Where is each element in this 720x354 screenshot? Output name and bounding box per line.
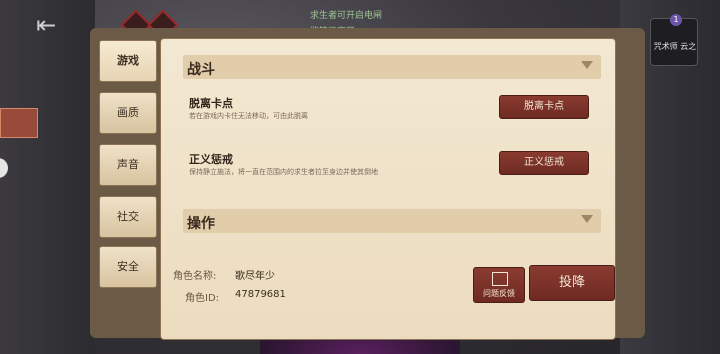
tab-security[interactable]: 安全 — [99, 246, 157, 288]
feedback-label: 问题反馈 — [483, 289, 515, 298]
tab-graphics[interactable]: 画质 — [99, 92, 157, 134]
settings-tabs: 游戏 画质 声音 社交 安全 — [99, 40, 157, 330]
section-combat[interactable]: 战斗 — [183, 55, 601, 79]
tab-game[interactable]: 游戏 — [99, 40, 157, 82]
section-title: 战斗 — [187, 62, 215, 78]
character-name-label: 角色名称: — [173, 271, 217, 282]
row-description: 保持静立施法，将一直在范围内的求生者拉至身边并使其倒地 — [189, 168, 378, 176]
edit-icon — [492, 272, 508, 286]
character-name-value: 歌尽年少 — [235, 271, 275, 282]
section-controls[interactable]: 操作 — [183, 209, 601, 233]
unstuck-button[interactable]: 脱离卡点 — [499, 95, 589, 119]
row-title: 正义惩戒 — [189, 153, 233, 166]
surrender-button[interactable]: 投降 — [529, 265, 615, 301]
hud-message: 求生者可开启电闸 — [310, 11, 383, 21]
tab-sound[interactable]: 声音 — [99, 144, 157, 186]
chevron-down-icon — [581, 215, 593, 223]
tab-social[interactable]: 社交 — [99, 196, 157, 238]
left-side-card — [0, 108, 38, 138]
ability-badge: 1 — [670, 14, 682, 26]
chevron-down-icon — [581, 61, 593, 69]
background-left — [0, 0, 95, 354]
ability-label: 咒术师 云之 — [653, 42, 697, 51]
section-title: 操作 — [187, 216, 215, 232]
row-description: 若在游戏内卡住无法移动，可由此脱离 — [189, 112, 308, 120]
character-id-label: 角色ID: — [185, 293, 220, 304]
feedback-button[interactable]: 问题反馈 — [473, 267, 525, 303]
justice-punish-button[interactable]: 正义惩戒 — [499, 151, 589, 175]
row-title: 脱离卡点 — [189, 97, 233, 110]
character-id-value: 47879681 — [235, 289, 286, 300]
settings-content: 战斗 脱离卡点 若在游戏内卡住无法移动，可由此脱离 脱离卡点 正义惩戒 保持静立… — [160, 38, 616, 340]
exit-door-icon[interactable]: ⇤ — [30, 10, 62, 40]
